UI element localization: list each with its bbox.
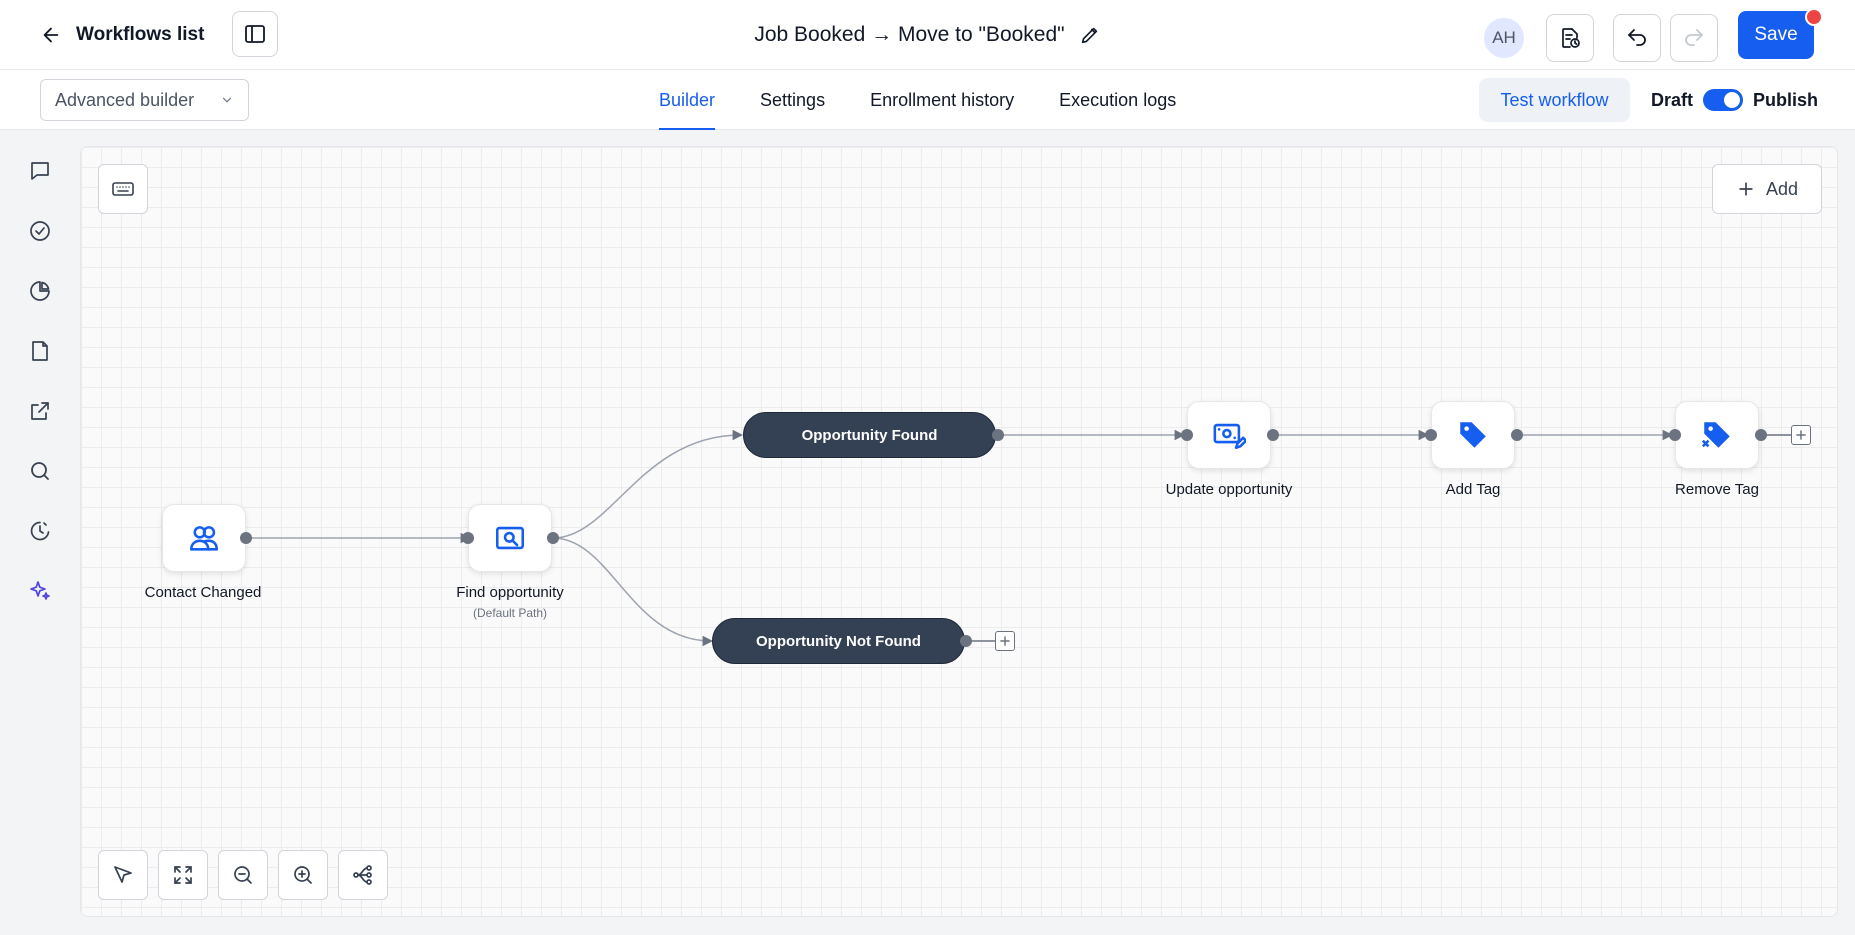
cursor-pointer-icon: [114, 866, 132, 883]
node-label: Add Tag: [1445, 481, 1501, 498]
keyboard-shortcuts-button[interactable]: [98, 164, 148, 214]
publish-label: Publish: [1753, 89, 1819, 110]
node-input-handle[interactable]: [462, 532, 474, 544]
zoom-out-icon: [234, 866, 252, 884]
pencil-edit-icon[interactable]: [1079, 24, 1101, 46]
version-history-button[interactable]: [1546, 14, 1594, 62]
node-input-handle[interactable]: [1669, 429, 1681, 441]
builder-toolbar: Advanced builder Builder Settings Enroll…: [0, 70, 1855, 130]
add-step-after-not-found[interactable]: [995, 631, 1015, 651]
builder-mode-select[interactable]: Advanced builder: [40, 79, 249, 121]
add-label: Add: [1765, 178, 1799, 199]
node-contact-changed[interactable]: [162, 504, 246, 572]
add-node-button[interactable]: Add: [1712, 164, 1822, 214]
edge-find-to-not-found: [552, 537, 714, 647]
workflow-canvas[interactable]: Add Contact Changed Find opportunity (De…: [80, 146, 1838, 917]
node-label: Contact Changed: [144, 584, 262, 601]
publish-toggle-group: Draft Publish: [1651, 78, 1818, 122]
search-icon: [31, 462, 49, 480]
workflow-tabs: Builder Settings Enrollment history Exec…: [659, 70, 1176, 130]
node-find-opportunity[interactable]: [468, 504, 552, 572]
save-button[interactable]: Save: [1738, 11, 1814, 59]
node-label: Find opportunity: [456, 584, 564, 601]
sidebar-item-ai-assistant[interactable]: [24, 575, 56, 607]
workflow-connectors: [246, 429, 1791, 647]
keyboard-icon: [112, 182, 134, 196]
zoom-in-button[interactable]: [278, 850, 328, 900]
fit-view-button[interactable]: [158, 850, 208, 900]
money-edit-icon: [1213, 423, 1246, 450]
undo-icon: [1628, 29, 1646, 46]
sidebar-item-search[interactable]: [24, 455, 56, 487]
search-card-icon: [495, 526, 525, 550]
sidebar-item-history[interactable]: [24, 515, 56, 547]
node-update-opportunity[interactable]: [1187, 401, 1271, 469]
zoom-out-button[interactable]: [218, 850, 268, 900]
publish-toggle-switch[interactable]: [1703, 89, 1744, 111]
zoom-in-icon: [294, 866, 312, 884]
branch-output-handle[interactable]: [960, 635, 972, 647]
unsaved-indicator-badge: [1805, 8, 1823, 26]
left-sidebar: [0, 131, 80, 935]
edge-find-to-found: [552, 429, 744, 539]
tree-layout-icon: [353, 865, 372, 885]
sparkles-icon: [30, 581, 50, 600]
draft-label: Draft: [1651, 89, 1694, 110]
auto-layout-button[interactable]: [338, 850, 388, 900]
expand-icon: [174, 866, 192, 884]
document-clock-icon: [1562, 28, 1580, 48]
branch-opportunity-found[interactable]: Opportunity Found: [743, 412, 996, 458]
pie-chart-icon: [30, 281, 50, 301]
builder-mode-value: Advanced builder: [55, 89, 195, 110]
check-circle-icon: [30, 221, 50, 241]
workflow-title: Job Booked → Move to "Booked": [754, 23, 1065, 46]
sidebar-item-comments[interactable]: [24, 155, 56, 187]
tab-builder[interactable]: Builder: [659, 70, 716, 130]
user-avatar[interactable]: AH: [1484, 18, 1524, 58]
top-bar: Workflows list Job Booked → Move to "Boo…: [0, 0, 1855, 70]
node-output-handle[interactable]: [240, 532, 252, 544]
branch-output-handle[interactable]: [992, 429, 1004, 441]
node-remove-tag[interactable]: [1675, 401, 1759, 469]
node-label: Update opportunity: [1165, 481, 1293, 498]
node-add-tag[interactable]: [1431, 401, 1515, 469]
external-link-icon: [31, 402, 49, 420]
add-step-after-remove-tag[interactable]: [1791, 425, 1811, 445]
node-label: Remove Tag: [1675, 481, 1759, 498]
redo-icon: [1685, 29, 1703, 46]
history-clock-icon: [30, 521, 50, 541]
plus-icon: [1739, 182, 1753, 196]
branch-opportunity-not-found[interactable]: Opportunity Not Found: [712, 618, 965, 664]
node-output-handle[interactable]: [547, 532, 559, 544]
tab-settings[interactable]: Settings: [760, 70, 825, 130]
tag-remove-icon: [1701, 422, 1730, 449]
sidebar-item-tasks[interactable]: [24, 215, 56, 247]
tag-icon: [1460, 422, 1486, 448]
undo-button[interactable]: [1613, 14, 1661, 62]
tab-execution-logs[interactable]: Execution logs: [1059, 70, 1176, 130]
node-input-handle[interactable]: [1425, 429, 1437, 441]
sidebar-item-share[interactable]: [24, 395, 56, 427]
sidebar-item-notes[interactable]: [24, 335, 56, 367]
select-tool-button[interactable]: [98, 850, 148, 900]
node-output-handle[interactable]: [1267, 429, 1279, 441]
plus-icon: [1000, 636, 1010, 646]
tab-enrollment-history[interactable]: Enrollment history: [870, 70, 1014, 130]
chevron-down-icon: [222, 97, 232, 103]
file-icon: [32, 341, 48, 361]
redo-button[interactable]: [1670, 14, 1718, 62]
test-workflow-button[interactable]: Test workflow: [1479, 78, 1630, 122]
node-sublabel: (Default Path): [472, 606, 548, 620]
node-output-handle[interactable]: [1755, 429, 1767, 441]
plus-icon: [1796, 430, 1806, 440]
sidebar-item-statistics[interactable]: [24, 275, 56, 307]
node-output-handle[interactable]: [1511, 429, 1523, 441]
chat-bubble-icon: [31, 162, 49, 180]
users-icon: [189, 526, 219, 551]
node-input-handle[interactable]: [1181, 429, 1193, 441]
